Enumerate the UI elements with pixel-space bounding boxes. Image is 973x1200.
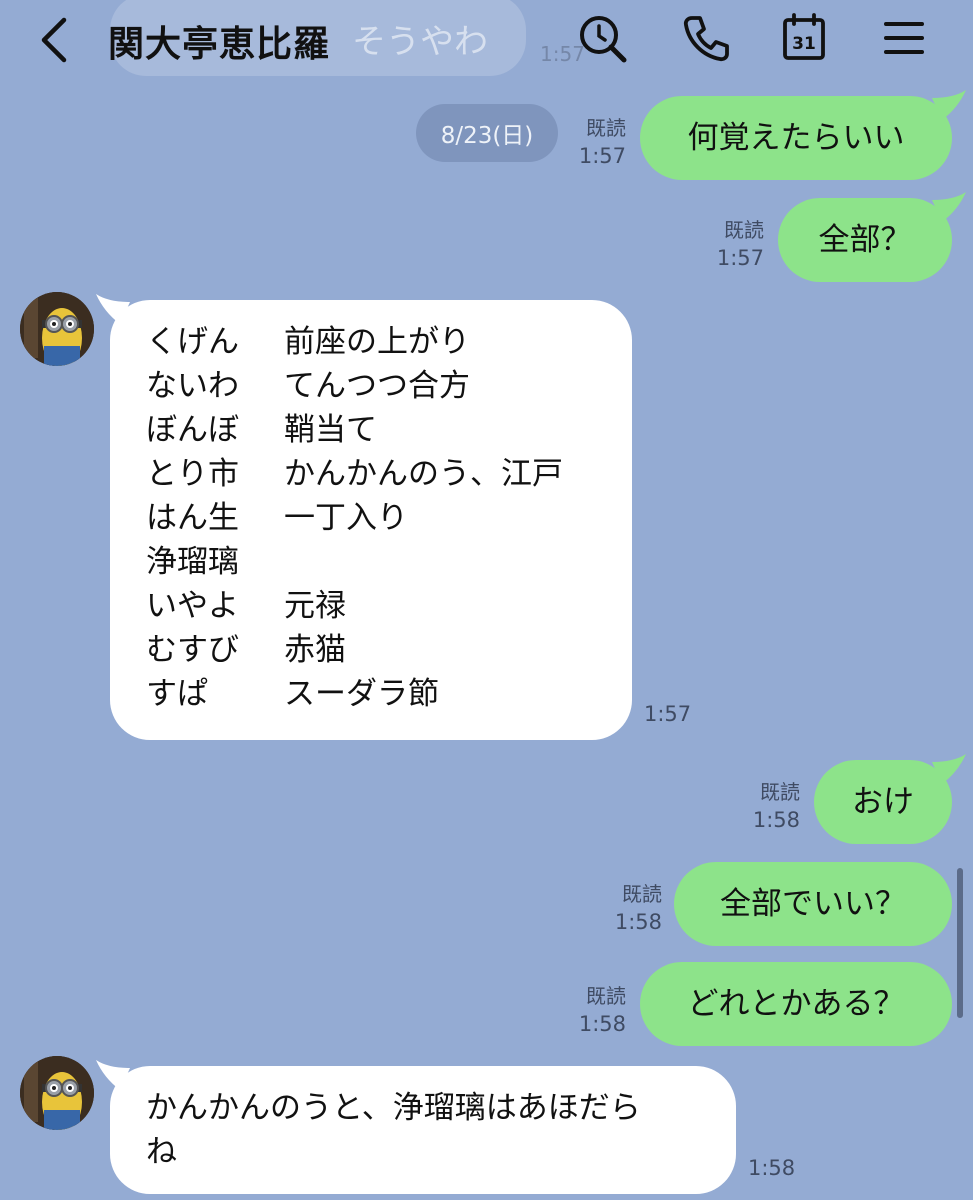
bubble-tail — [96, 1060, 130, 1090]
read-receipt: 既読 — [760, 780, 800, 804]
list-item-key: くげん — [146, 324, 239, 360]
list-item: ないわ てんつつ合方 — [146, 364, 563, 408]
back-button[interactable] — [34, 14, 78, 66]
list-item-value: 元禄 — [284, 588, 346, 624]
list-item-value: てんつつ合方 — [284, 368, 470, 404]
bubble-tail — [932, 90, 966, 120]
list-item-value: かんかんのう、江戸 — [284, 456, 563, 492]
message-time: 1:58 — [748, 1156, 796, 1180]
call-button[interactable] — [678, 10, 734, 66]
list-item: はん生 一丁入り — [146, 496, 563, 540]
list-item-key: すぱ — [146, 676, 208, 712]
minion-avatar-icon — [20, 1056, 94, 1130]
list-item-key: むすび — [146, 632, 239, 668]
menu-button[interactable] — [876, 10, 932, 66]
read-receipt: 既読 — [724, 218, 764, 242]
minion-avatar-icon — [20, 292, 94, 366]
list-item-key: 浄瑠璃 — [146, 544, 239, 580]
list-item-value: 鞘当て — [284, 412, 377, 448]
list-item-value: スーダラ節 — [284, 676, 439, 712]
message-text: どれとかある？ — [687, 986, 905, 1022]
outgoing-message-bubble[interactable]: 全部でいい？ — [674, 862, 952, 946]
list-item: ぼんぼ 鞘当て — [146, 408, 563, 452]
list-item-value: 前座の上がり — [284, 324, 470, 360]
list-item: とり市 かんかんのう、江戸 — [146, 452, 563, 496]
message-text: 全部？ — [818, 222, 912, 258]
list-item-value: 一丁入り — [284, 500, 408, 536]
bubble-tail — [932, 754, 966, 784]
message-text: 全部でいい？ — [720, 886, 906, 922]
bubble-tail — [96, 294, 130, 324]
list-item-key: ないわ — [146, 368, 239, 404]
read-receipt: 既読 — [586, 116, 626, 140]
sender-avatar[interactable] — [20, 1056, 94, 1130]
message-line: かんかんのうと、浄瑠璃はあほだら — [146, 1090, 641, 1126]
message-text: 何覚えたらいい — [687, 120, 905, 156]
list-item-value: 赤猫 — [284, 632, 346, 668]
outgoing-message-bubble[interactable]: おけ — [814, 754, 966, 844]
message-time: 1:58 — [578, 1012, 626, 1036]
menu-icon — [884, 22, 924, 54]
message-time: 1:57 — [644, 702, 692, 726]
list-item-key: とり市 — [146, 456, 239, 492]
message-text: かんかんのうと、浄瑠璃はあほだら ね — [146, 1086, 641, 1174]
message-time: 1:57 — [578, 144, 626, 168]
message-list: くげん 前座の上がり ないわ てんつつ合方 ぼんぼ 鞘当て とり市 かんかんのう、江戸 … — [146, 320, 563, 716]
read-receipt: 既読 — [622, 882, 662, 906]
outgoing-message-bubble[interactable]: どれとかある？ — [640, 962, 952, 1046]
outgoing-message-bubble[interactable]: 全部？ — [778, 192, 966, 282]
faded-previous-message: そうやわ — [352, 22, 488, 62]
incoming-message-bubble[interactable]: かんかんのうと、浄瑠璃はあほだら ね — [96, 1060, 736, 1194]
message-line: ね — [146, 1134, 177, 1170]
message-text: おけ — [852, 784, 914, 820]
chat-title: 関大亭恵比羅 — [108, 24, 331, 65]
chat-header: そうやわ 1:57 関大亭恵比羅 31 — [0, 0, 973, 80]
search-icon — [580, 16, 627, 63]
calendar-icon: 31 — [783, 13, 825, 60]
list-item: いやよ 元禄 — [146, 584, 563, 628]
list-item: 浄瑠璃 — [146, 540, 563, 584]
message-meta: 既読 1:58 — [570, 982, 626, 1038]
list-item: すぱ スーダラ節 — [146, 672, 563, 716]
outgoing-message-bubble[interactable]: 何覚えたらいい — [640, 90, 966, 180]
list-item: むすび 赤猫 — [146, 628, 563, 672]
message-meta: 既読 1:57 — [570, 114, 626, 170]
chevron-left-icon — [41, 17, 67, 63]
scrollbar[interactable] — [957, 868, 963, 1018]
message-meta: 既読 1:58 — [606, 880, 662, 936]
calendar-day-label: 31 — [792, 34, 816, 54]
sender-avatar[interactable] — [20, 292, 94, 366]
message-meta: 既読 1:57 — [708, 216, 764, 272]
bubble-tail — [932, 192, 966, 222]
message-meta: 既読 1:58 — [744, 778, 800, 834]
phone-icon — [683, 16, 729, 62]
message-time: 1:57 — [716, 246, 764, 270]
date-separator: 8/23(日) — [416, 104, 558, 162]
incoming-message-bubble[interactable]: くげん 前座の上がり ないわ てんつつ合方 ぼんぼ 鞘当て とり市 かんかんのう、江戸 … — [96, 294, 632, 740]
list-item-key: ぼんぼ — [146, 412, 239, 448]
search-button[interactable] — [574, 10, 630, 66]
list-item-key: いやよ — [146, 588, 239, 624]
read-receipt: 既読 — [586, 984, 626, 1008]
message-time: 1:58 — [614, 910, 662, 934]
list-item: くげん 前座の上がり — [146, 320, 563, 364]
calendar-button[interactable]: 31 — [776, 10, 832, 66]
list-item-key: はん生 — [146, 500, 239, 536]
message-time: 1:58 — [752, 808, 800, 832]
